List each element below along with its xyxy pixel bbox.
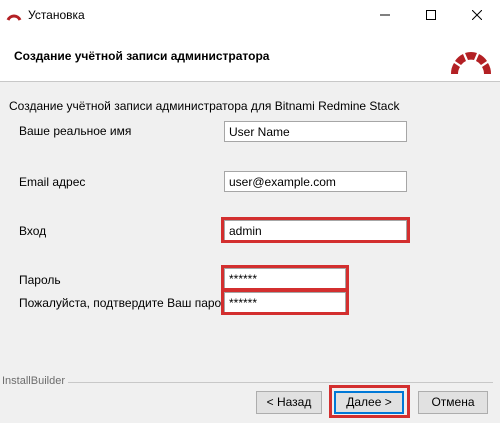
window-title: Установка xyxy=(28,8,85,22)
back-button[interactable]: < Назад xyxy=(256,391,322,414)
maximize-button[interactable] xyxy=(408,0,454,30)
wizard-header: Создание учётной записи администратора xyxy=(0,30,500,82)
redmine-logo-icon xyxy=(450,52,492,74)
footer-divider xyxy=(68,382,493,383)
installbuilder-brand: InstallBuilder xyxy=(2,375,65,387)
page-title: Создание учётной записи администратора xyxy=(14,49,270,63)
installer-window: Установка Создание учётной записи админи… xyxy=(0,0,500,423)
password-confirm-label: Пожалуйста, подтвердите Ваш пароль xyxy=(19,296,235,310)
login-label: Вход xyxy=(19,224,47,238)
password-confirm-input[interactable] xyxy=(224,292,346,313)
maximize-icon xyxy=(426,10,436,20)
close-icon xyxy=(472,10,482,20)
next-button[interactable]: Далее > xyxy=(334,391,404,414)
password-label: Пароль xyxy=(19,273,61,287)
minimize-button[interactable] xyxy=(362,0,408,30)
password-input[interactable] xyxy=(224,268,346,289)
cancel-button[interactable]: Отмена xyxy=(418,391,488,414)
email-input[interactable] xyxy=(224,171,407,192)
title-bar: Установка xyxy=(0,0,500,30)
app-icon xyxy=(6,14,22,21)
close-button[interactable] xyxy=(454,0,500,30)
login-input[interactable] xyxy=(224,220,407,241)
minimize-icon xyxy=(380,14,390,16)
form-subtitle: Создание учётной записи администратора д… xyxy=(9,99,400,113)
real-name-input[interactable] xyxy=(224,121,407,142)
real-name-label: Ваше реальное имя xyxy=(19,124,132,138)
email-label: Email адрес xyxy=(19,175,86,189)
